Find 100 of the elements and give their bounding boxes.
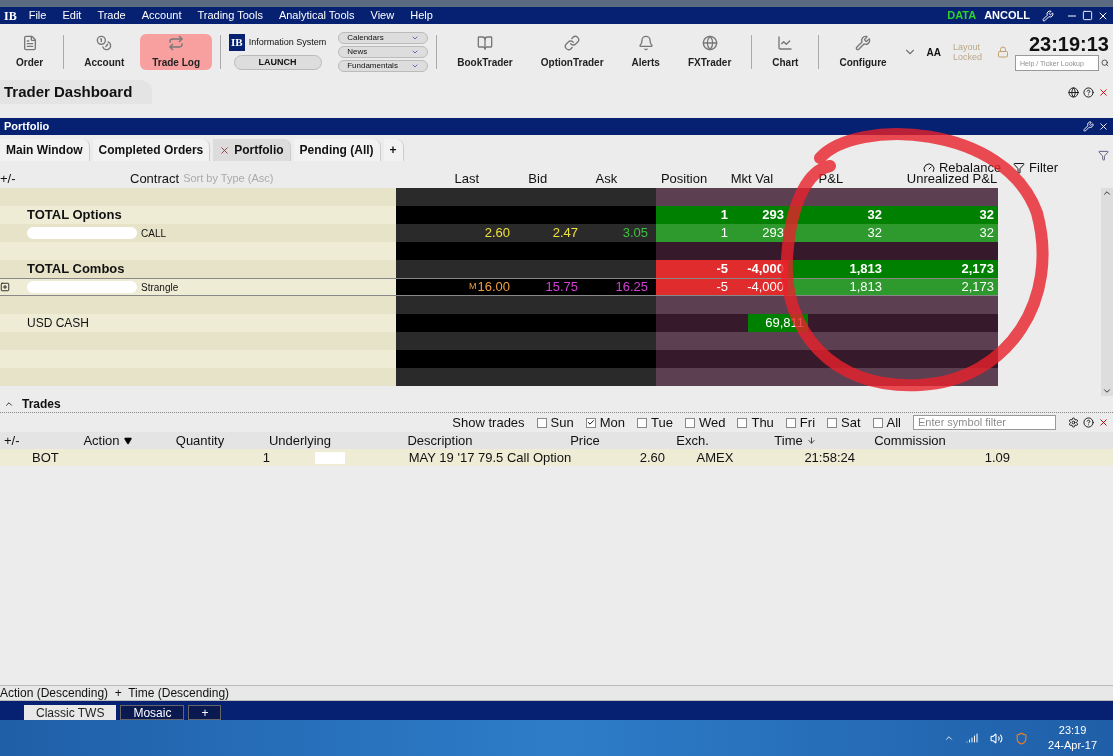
launch-button[interactable]: LAUNCH xyxy=(233,54,322,70)
toolbar-icon xyxy=(777,34,794,51)
day-checkbox[interactable]: Tue xyxy=(637,412,673,433)
day-checkbox[interactable]: Fri xyxy=(785,412,816,433)
layout-tab[interactable]: Classic TWS xyxy=(24,705,117,720)
contract-name: CALL xyxy=(141,226,166,241)
volume-icon[interactable] xyxy=(990,731,1004,745)
table-cell: 2,173 xyxy=(886,260,998,278)
menu-item[interactable]: Help xyxy=(402,7,441,24)
filter-button[interactable]: Filter xyxy=(1013,163,1058,173)
menu-item[interactable]: File xyxy=(20,7,55,24)
column-header[interactable]: Time xyxy=(774,430,803,451)
toolbar-button[interactable]: OptionTrader xyxy=(528,34,616,70)
column-header[interactable]: Action xyxy=(83,430,120,451)
sort-status: Action (Descending) + Time (Descending) xyxy=(0,685,230,702)
tray-expand-icon[interactable] xyxy=(944,733,955,743)
scroll-up-icon[interactable] xyxy=(1102,188,1112,198)
symbol-filter-field[interactable]: Enter symbol filter xyxy=(913,415,1056,430)
tab[interactable]: Completed Orders xyxy=(92,139,211,161)
table-cell: 293 xyxy=(732,224,788,242)
toolbar-button[interactable]: Alerts xyxy=(619,34,672,70)
checkbox[interactable] xyxy=(684,417,695,428)
toolbar-button[interactable]: Chart xyxy=(760,34,811,70)
toolbar-button[interactable]: Account xyxy=(72,34,137,70)
last-price: 16.00 xyxy=(477,278,510,297)
table-cell: -5 xyxy=(656,260,732,278)
sort-icon xyxy=(806,436,816,445)
table-cell-text: 1.09 xyxy=(983,448,1010,467)
day-checkbox[interactable]: Mon xyxy=(585,412,626,433)
column-header[interactable]: Price xyxy=(570,430,600,451)
help-icon[interactable] xyxy=(1083,417,1094,428)
ask-price: 16.25 xyxy=(614,279,649,295)
dropdown[interactable]: Fundamentals xyxy=(338,60,429,72)
column-header: Mkt Val xyxy=(730,171,774,186)
logo: IB xyxy=(3,7,18,25)
column-header: Unrealized P&L xyxy=(906,171,998,186)
expand-icon[interactable] xyxy=(0,282,10,292)
signal-icon[interactable] xyxy=(966,732,979,744)
dropdown[interactable]: Calendars xyxy=(338,32,429,44)
help-icon[interactable] xyxy=(1083,86,1094,98)
tab[interactable]: Main Window xyxy=(0,139,90,161)
checkbox[interactable] xyxy=(737,417,748,428)
menu-item[interactable]: Trade xyxy=(89,7,134,24)
toolbar-button[interactable]: BookTrader xyxy=(445,34,525,70)
column-header[interactable]: Description xyxy=(407,430,473,451)
checkbox[interactable] xyxy=(585,417,596,428)
gauge-icon xyxy=(922,162,935,174)
column-header[interactable]: Quantity xyxy=(175,430,225,451)
contract-name: TOTAL Options xyxy=(27,206,122,225)
menu-item[interactable]: View xyxy=(362,7,403,24)
last-price: 2.60 xyxy=(484,224,510,243)
table-cell: -5 xyxy=(656,279,732,295)
toolbar-icon xyxy=(855,34,871,51)
column-header[interactable]: +/- xyxy=(4,430,20,451)
layout-tab[interactable]: + xyxy=(188,705,222,720)
data-status: DATA xyxy=(947,8,977,24)
dropdown[interactable]: News xyxy=(338,46,429,58)
menu-item[interactable]: Account xyxy=(133,7,190,24)
scrollbar[interactable] xyxy=(1101,188,1113,396)
tab[interactable]: Pending (All) xyxy=(293,139,381,161)
column-header: P&L xyxy=(818,171,844,186)
menu-item[interactable]: Analytical Tools xyxy=(270,7,363,24)
column-header[interactable]: Underlying xyxy=(268,430,332,451)
menu-item[interactable]: Trading Tools xyxy=(189,7,271,24)
maximize-icon[interactable] xyxy=(1082,10,1093,21)
checkbox[interactable] xyxy=(872,417,883,428)
toolbar-button[interactable]: Order xyxy=(4,34,56,70)
close-icon[interactable] xyxy=(1098,121,1109,132)
menu-item[interactable]: Edit xyxy=(54,7,90,24)
column-header[interactable]: Commission xyxy=(874,430,946,451)
bid-price: 15.75 xyxy=(544,279,579,295)
column-header[interactable]: Exch. xyxy=(676,430,709,451)
day-checkbox[interactable]: Sun xyxy=(536,412,574,433)
day-checkbox[interactable]: Thu xyxy=(737,412,774,433)
globe-icon[interactable] xyxy=(1068,86,1079,98)
day-checkbox[interactable]: Sat xyxy=(827,412,861,433)
checkbox[interactable] xyxy=(827,417,838,428)
tab[interactable]: Portfolio xyxy=(213,139,291,161)
collapse-icon[interactable] xyxy=(4,399,14,409)
toolbar-button[interactable]: Trade Log xyxy=(140,34,213,70)
checkbox[interactable] xyxy=(536,417,547,428)
toolbar-button[interactable]: Configure xyxy=(827,34,899,70)
close-icon[interactable] xyxy=(1098,417,1109,428)
settings-icon[interactable] xyxy=(1068,417,1079,428)
toolbar-button[interactable]: FXTrader xyxy=(675,34,744,70)
taskbar-date: 24-Apr-17 xyxy=(1048,738,1097,753)
tab[interactable]: + xyxy=(383,139,404,161)
day-checkbox[interactable]: All xyxy=(872,412,901,433)
font-size-toggle[interactable]: AA xyxy=(926,44,941,60)
contract-name: Strangle xyxy=(141,280,179,295)
search-icon[interactable] xyxy=(1101,59,1109,67)
scroll-down-icon[interactable] xyxy=(1102,386,1112,396)
user-name: ANCOLL xyxy=(984,8,1030,24)
checkbox[interactable] xyxy=(785,417,796,428)
day-checkbox[interactable]: Wed xyxy=(684,412,726,433)
checkbox[interactable] xyxy=(637,417,648,428)
contract-name: TOTAL Combos xyxy=(27,260,125,279)
filter-icon[interactable] xyxy=(1098,150,1109,161)
check-icon xyxy=(586,418,595,427)
layout-tab[interactable]: Mosaic xyxy=(120,705,185,720)
